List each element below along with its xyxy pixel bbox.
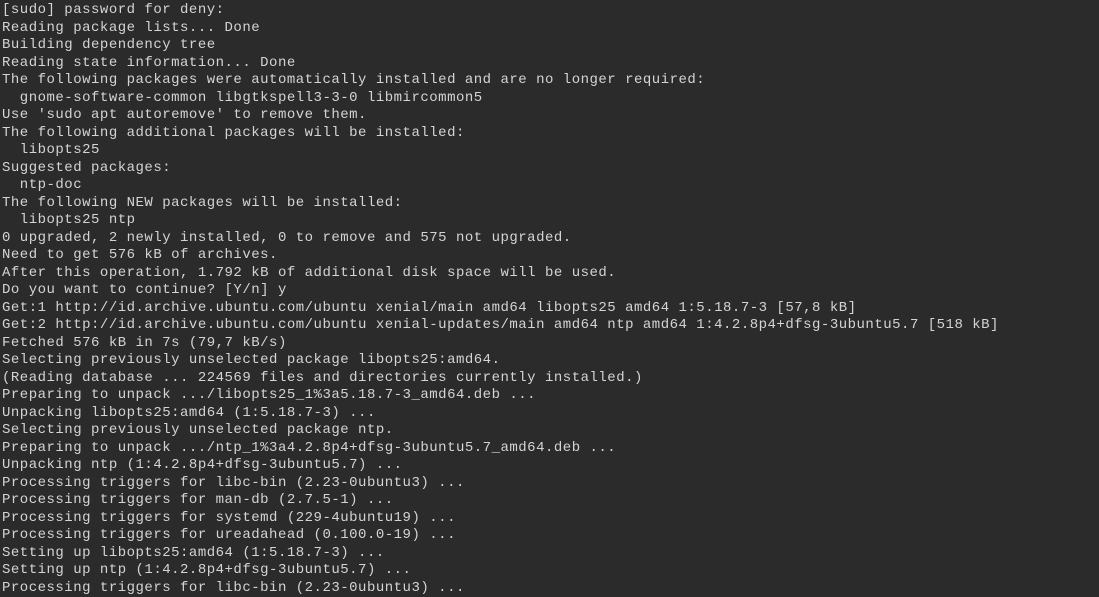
terminal-line: The following NEW packages will be insta… xyxy=(2,195,1097,213)
terminal-line: Selecting previously unselected package … xyxy=(2,352,1097,370)
terminal-line: libopts25 xyxy=(2,142,1097,160)
terminal-line: libopts25 ntp xyxy=(2,212,1097,230)
terminal-line: Processing triggers for libc-bin (2.23-0… xyxy=(2,580,1097,597)
terminal-line: Processing triggers for ureadahead (0.10… xyxy=(2,527,1097,545)
terminal-line: After this operation, 1.792 kB of additi… xyxy=(2,265,1097,283)
terminal-line: Unpacking ntp (1:4.2.8p4+dfsg-3ubuntu5.7… xyxy=(2,457,1097,475)
terminal-output[interactable]: [sudo] password for deny: Reading packag… xyxy=(2,2,1097,597)
terminal-line: Do you want to continue? [Y/n] y xyxy=(2,282,1097,300)
terminal-line: Get:2 http://id.archive.ubuntu.com/ubunt… xyxy=(2,317,1097,335)
terminal-line: (Reading database ... 224569 files and d… xyxy=(2,370,1097,388)
terminal-line: Selecting previously unselected package … xyxy=(2,422,1097,440)
terminal-line: Preparing to unpack .../libopts25_1%3a5.… xyxy=(2,387,1097,405)
terminal-line: Suggested packages: xyxy=(2,160,1097,178)
terminal-line: Unpacking libopts25:amd64 (1:5.18.7-3) .… xyxy=(2,405,1097,423)
terminal-line: Fetched 576 kB in 7s (79,7 kB/s) xyxy=(2,335,1097,353)
terminal-line: Use 'sudo apt autoremove' to remove them… xyxy=(2,107,1097,125)
terminal-line: Processing triggers for systemd (229-4ub… xyxy=(2,510,1097,528)
terminal-line: Reading package lists... Done xyxy=(2,20,1097,38)
terminal-line: Processing triggers for man-db (2.7.5-1)… xyxy=(2,492,1097,510)
terminal-line: Need to get 576 kB of archives. xyxy=(2,247,1097,265)
terminal-line: [sudo] password for deny: xyxy=(2,2,1097,20)
terminal-line: 0 upgraded, 2 newly installed, 0 to remo… xyxy=(2,230,1097,248)
terminal-line: Preparing to unpack .../ntp_1%3a4.2.8p4+… xyxy=(2,440,1097,458)
terminal-line: Setting up libopts25:amd64 (1:5.18.7-3) … xyxy=(2,545,1097,563)
terminal-line: Reading state information... Done xyxy=(2,55,1097,73)
terminal-line: Building dependency tree xyxy=(2,37,1097,55)
terminal-line: Processing triggers for libc-bin (2.23-0… xyxy=(2,475,1097,493)
terminal-line: Get:1 http://id.archive.ubuntu.com/ubunt… xyxy=(2,300,1097,318)
terminal-line: ntp-doc xyxy=(2,177,1097,195)
terminal-line: The following additional packages will b… xyxy=(2,125,1097,143)
terminal-line: The following packages were automaticall… xyxy=(2,72,1097,90)
terminal-line: gnome-software-common libgtkspell3-3-0 l… xyxy=(2,90,1097,108)
